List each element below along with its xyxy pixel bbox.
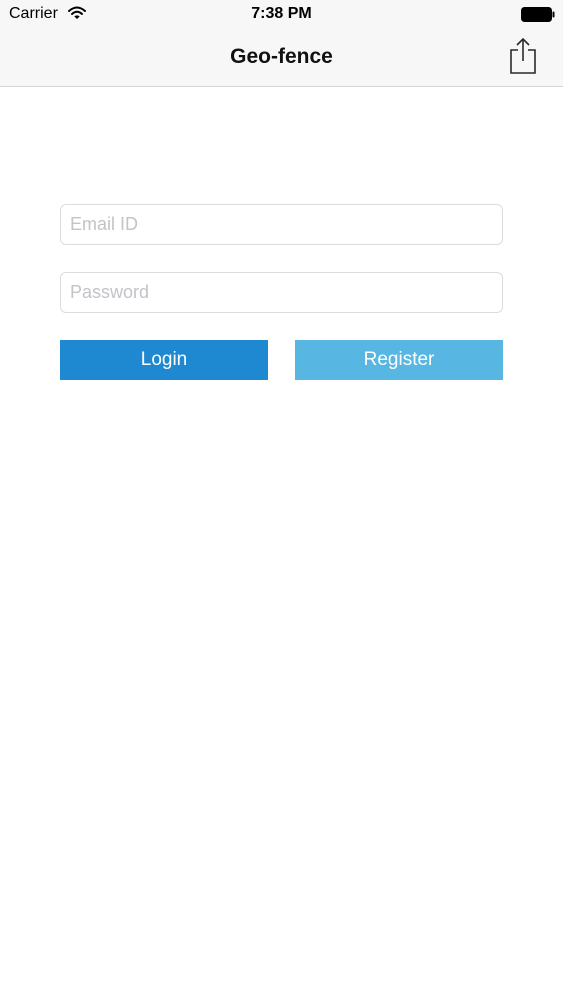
battery-icon (521, 7, 555, 22)
password-field[interactable] (60, 272, 503, 313)
share-icon (506, 36, 540, 76)
register-button[interactable]: Register (295, 340, 503, 380)
share-button[interactable] (506, 36, 540, 76)
login-button[interactable]: Login (60, 340, 268, 380)
email-field[interactable] (60, 204, 503, 245)
status-time: 7:38 PM (251, 5, 312, 22)
page-title: Geo-fence (230, 45, 333, 68)
navigation-bar: Geo-fence (0, 30, 563, 87)
status-bar: Carrier 7:38 PM (0, 0, 563, 30)
